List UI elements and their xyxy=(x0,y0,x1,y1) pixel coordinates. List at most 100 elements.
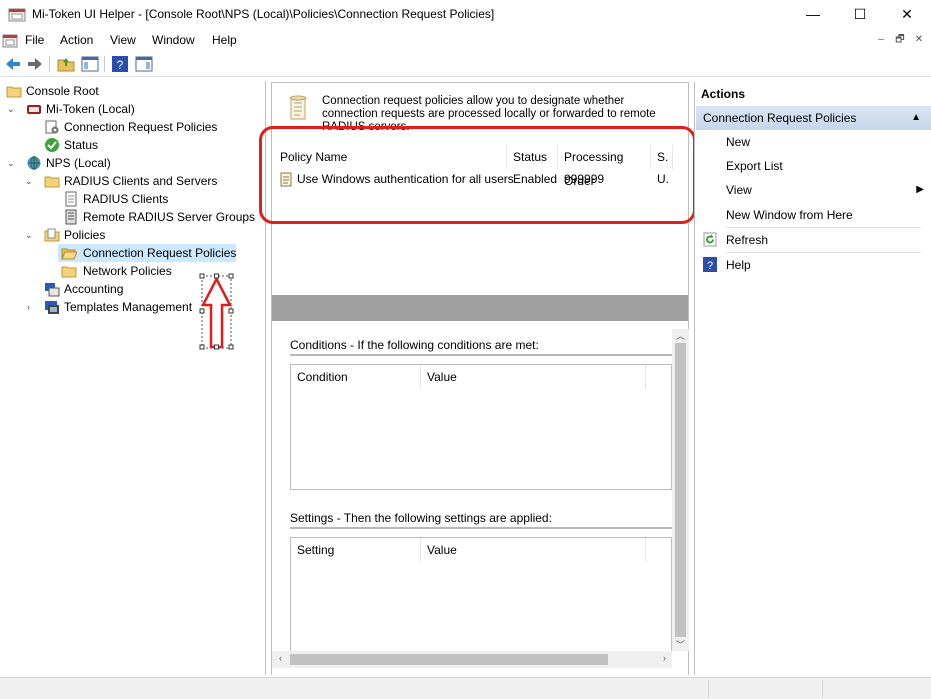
tree-item-status[interactable]: Status xyxy=(4,136,254,154)
scroll-left-icon[interactable]: ‹ xyxy=(272,653,289,663)
folder-icon xyxy=(6,86,22,98)
toolbar-separator xyxy=(49,56,50,72)
tree-item-radius-clients[interactable]: RADIUS Clients xyxy=(4,190,254,208)
action-label: View xyxy=(726,183,752,197)
help-icon[interactable]: ? xyxy=(110,54,130,74)
settings-table: Setting Value xyxy=(290,537,672,651)
column-header-condition[interactable]: Condition xyxy=(291,365,421,389)
policy-name-cell: Use Windows authentication for all users xyxy=(297,172,514,186)
menu-action[interactable]: Action xyxy=(60,33,93,47)
menu-view[interactable]: View xyxy=(110,33,136,47)
tree-item-console-root[interactable]: Console Root xyxy=(4,82,254,100)
action-refresh[interactable]: Refresh xyxy=(696,228,924,252)
conditions-table: Condition Value xyxy=(290,364,672,490)
console-tree: Console Root ⌄ Mi-Token (Local) Connecti… xyxy=(0,81,266,675)
vertical-scrollbar[interactable]: ︿ ﹀ xyxy=(672,329,689,651)
close-button[interactable]: ✕ xyxy=(884,0,930,30)
tree-item-radius-clients-servers[interactable]: ⌄ RADIUS Clients and Servers xyxy=(4,172,254,190)
up-folder-icon[interactable] xyxy=(56,54,76,74)
action-label: Refresh xyxy=(726,233,769,247)
tree-label: Console Root xyxy=(26,84,99,98)
folder-icon xyxy=(44,228,60,242)
collapse-icon[interactable]: ⌄ xyxy=(7,154,17,172)
action-help[interactable]: ? Help xyxy=(696,253,924,277)
settings-title: Settings - Then the following settings a… xyxy=(290,511,552,525)
child-minimize-button[interactable]: – xyxy=(872,32,890,49)
tree-label: Network Policies xyxy=(83,264,172,278)
policy-order-cell: 999999 xyxy=(564,172,605,186)
collapse-icon[interactable]: ⌄ xyxy=(7,100,17,118)
svg-text:?: ? xyxy=(707,260,713,272)
templates-icon xyxy=(45,301,59,314)
menu-window[interactable]: Window xyxy=(152,33,195,47)
tree-item-nps-local[interactable]: ⌄ NPS (Local) xyxy=(4,154,254,172)
tree-label: Connection Request Policies xyxy=(64,120,218,134)
section-divider xyxy=(290,527,672,529)
server-group-icon xyxy=(65,209,77,225)
column-header-status[interactable]: Status xyxy=(507,145,558,169)
document-icon xyxy=(65,191,77,207)
column-header-processing-order[interactable]: Processing Order xyxy=(558,145,651,188)
tree-label: Templates Management xyxy=(64,300,193,314)
tree-label: Policies xyxy=(64,228,106,242)
action-label: Help xyxy=(726,258,751,272)
tree-item-mi-token-crp[interactable]: Connection Request Policies xyxy=(4,118,254,136)
minimize-button[interactable]: — xyxy=(790,0,836,30)
scroll-right-icon[interactable]: › xyxy=(656,653,673,663)
scroll-up-icon[interactable]: ︿ xyxy=(672,329,689,342)
toolbar-separator xyxy=(104,56,105,72)
window-title: Mi-Token UI Helper - [Console Root\NPS (… xyxy=(32,7,495,21)
action-new-window[interactable]: New Window from Here xyxy=(696,203,924,227)
menu-file[interactable]: File xyxy=(25,33,44,47)
tree-item-connection-request-policies[interactable]: Connection Request Policies xyxy=(58,244,236,262)
back-icon[interactable] xyxy=(3,54,23,74)
action-new[interactable]: New xyxy=(696,130,924,154)
tree-item-policies[interactable]: ⌄ Policies xyxy=(4,226,254,244)
description-text: Connection request policies allow you to… xyxy=(322,95,656,133)
accounting-icon xyxy=(45,283,60,297)
maximize-button[interactable]: ☐ xyxy=(837,0,883,30)
child-restore-button[interactable]: 🗗 xyxy=(891,32,909,49)
menu-bar: File Action View Window Help – 🗗 ✕ xyxy=(0,30,931,52)
action-export-list[interactable]: Export List xyxy=(696,154,924,178)
collapse-caret-icon[interactable]: ▲ xyxy=(911,106,921,130)
action-view[interactable]: View ▶ xyxy=(696,178,924,202)
column-header-source[interactable]: S. xyxy=(651,145,673,169)
pane-splitter[interactable] xyxy=(272,295,688,321)
refresh-icon xyxy=(703,232,717,247)
show-hide-tree-icon[interactable] xyxy=(80,54,100,74)
collapse-icon[interactable]: ⌄ xyxy=(25,226,35,244)
forward-icon[interactable] xyxy=(25,54,45,74)
status-segment-divider xyxy=(708,680,709,698)
child-close-button[interactable]: ✕ xyxy=(910,32,928,49)
tree-item-mi-token[interactable]: ⌄ Mi-Token (Local) xyxy=(4,100,254,118)
mi-token-icon xyxy=(27,105,41,114)
actions-group-label: Connection Request Policies xyxy=(703,111,857,125)
tree-label: RADIUS Clients xyxy=(83,192,169,206)
scroll-thumb[interactable] xyxy=(675,343,686,637)
policy-details: Conditions - If the following conditions… xyxy=(272,321,689,675)
menu-help[interactable]: Help xyxy=(212,33,237,47)
actions-group-header[interactable]: Connection Request Policies ▲ xyxy=(696,106,931,130)
help-icon: ? xyxy=(703,257,717,272)
expand-icon[interactable]: › xyxy=(27,298,37,316)
column-header-value[interactable]: Value xyxy=(421,365,646,389)
scroll-down-icon[interactable]: ﹀ xyxy=(672,638,689,651)
table-row[interactable]: Use Windows authentication for all users… xyxy=(274,169,688,189)
show-hide-action-pane-icon[interactable] xyxy=(134,54,154,74)
tree-item-remote-radius-groups[interactable]: Remote RADIUS Server Groups xyxy=(4,208,255,226)
folder-icon xyxy=(61,266,77,278)
submenu-arrow-icon: ▶ xyxy=(916,184,924,195)
collapse-icon[interactable]: ⌄ xyxy=(25,172,35,190)
conditions-title: Conditions - If the following conditions… xyxy=(290,338,539,352)
horizontal-scrollbar[interactable]: ‹ › xyxy=(272,651,672,668)
action-label: Export List xyxy=(726,159,783,173)
scroll-thumb[interactable] xyxy=(290,654,608,665)
svg-text:?: ? xyxy=(117,58,124,72)
status-check-icon xyxy=(45,138,59,152)
console-menu-icon[interactable] xyxy=(2,33,18,49)
status-bar xyxy=(0,677,931,699)
column-header-setting[interactable]: Setting xyxy=(291,538,421,562)
column-header-policy-name[interactable]: Policy Name xyxy=(274,145,507,169)
column-header-value[interactable]: Value xyxy=(421,538,646,562)
